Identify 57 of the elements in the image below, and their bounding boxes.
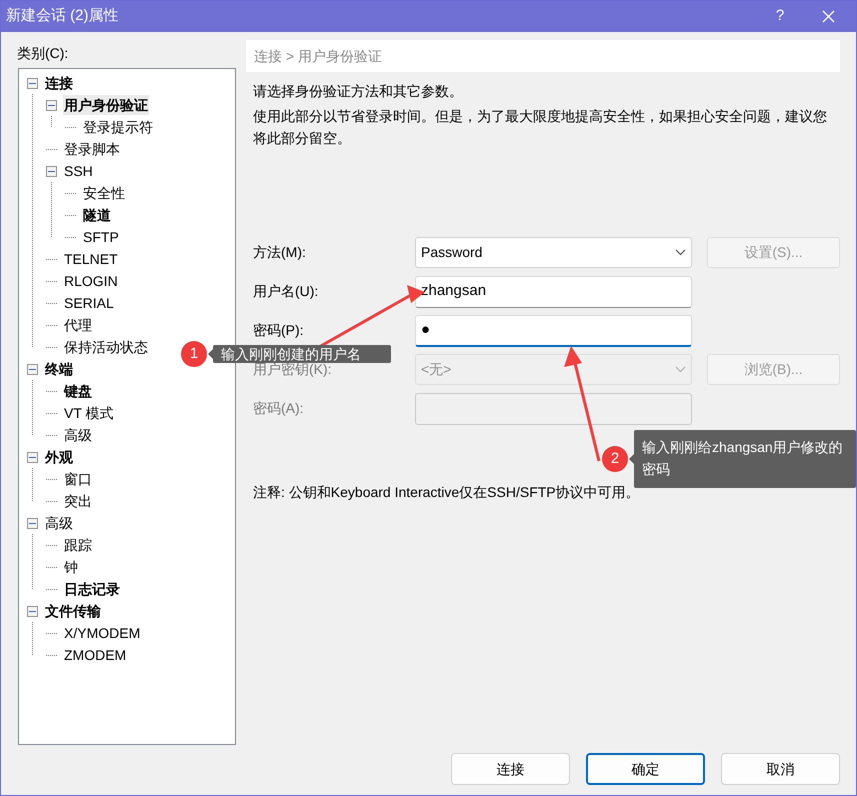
collapse-icon[interactable]: [27, 364, 38, 374]
field-label: 密码(P):: [253, 322, 304, 338]
input-field[interactable]: zhangsan: [415, 276, 692, 308]
tree-item[interactable]: 保持活动状态: [63, 337, 149, 357]
tree-item[interactable]: SFTP: [82, 227, 120, 247]
collapse-icon[interactable]: [27, 78, 38, 88]
field-label: 用户密钥(K):: [253, 361, 332, 377]
field-label: 用户名(U):: [253, 283, 318, 299]
tree-item[interactable]: 连接: [44, 73, 74, 93]
callout-text: 输入刚刚给zhangsan用户修改的密码: [634, 430, 856, 488]
collapse-icon[interactable]: [27, 606, 38, 616]
tree-item[interactable]: 高级: [63, 425, 93, 445]
tree-item[interactable]: VT 模式: [63, 403, 115, 423]
dropdown[interactable]: Password: [415, 237, 692, 268]
close-icon: [822, 10, 834, 23]
chevron-down-icon: [675, 366, 686, 373]
dialog-button[interactable]: 连接: [451, 753, 570, 785]
category-label: 类别(C):: [17, 44, 68, 62]
tree-item[interactable]: 隧道: [82, 205, 112, 225]
collapse-icon[interactable]: [46, 100, 57, 110]
dialog-button[interactable]: 取消: [721, 753, 840, 785]
field-label: 密码(A):: [253, 400, 304, 416]
tree-item[interactable]: 外观: [44, 447, 74, 467]
tree-item[interactable]: SSH: [63, 161, 94, 181]
tree-item[interactable]: 高级: [44, 513, 74, 533]
tree-item[interactable]: 安全性: [82, 183, 126, 203]
description-text: 使用此部分以节省登录时间。但是，为了最大限度地提高安全性，如果担心安全问题，建议您将此部分留空。: [253, 107, 828, 148]
tree-item[interactable]: 钟: [63, 557, 79, 577]
tree-item[interactable]: X/YMODEM: [63, 623, 142, 643]
field-label: 方法(M):: [253, 244, 306, 260]
tree-item[interactable]: 跟踪: [63, 535, 93, 555]
tree-item[interactable]: 终端: [44, 359, 74, 379]
dialog-button[interactable]: 确定: [586, 753, 705, 785]
step-badge: 2: [602, 446, 628, 472]
tree-item[interactable]: 日志记录: [63, 579, 121, 599]
tree-item[interactable]: 键盘: [63, 381, 93, 401]
breadcrumb-header: 连接 > 用户身份验证: [246, 40, 840, 72]
help-button[interactable]: ?: [760, 1, 800, 32]
tree-item[interactable]: SERIAL: [63, 293, 115, 313]
tree-item[interactable]: TELNET: [63, 249, 119, 269]
tree-item[interactable]: 窗口: [63, 469, 93, 489]
tree-item[interactable]: ZMODEM: [63, 645, 128, 665]
collapse-icon[interactable]: [46, 166, 57, 176]
tree-item[interactable]: 文件传输: [44, 601, 102, 621]
intro-text: 请选择身份验证方法和其它参数。: [253, 82, 463, 101]
collapse-icon[interactable]: [27, 452, 38, 462]
tree-item[interactable]: RLOGIN: [63, 271, 119, 291]
chevron-down-icon: [675, 249, 686, 256]
tree-item[interactable]: 登录提示符: [82, 117, 154, 137]
tree-item[interactable]: 登录脚本: [63, 139, 121, 159]
tree-item[interactable]: 代理: [63, 315, 93, 335]
tree-item[interactable]: 用户身份验证: [63, 95, 149, 115]
collapse-icon[interactable]: [27, 518, 38, 528]
window-title: 新建会话 (2)属性: [5, 6, 120, 26]
input-field[interactable]: ●: [415, 314, 692, 346]
tree-item[interactable]: 突出: [63, 491, 93, 511]
callout-text: 输入刚刚创建的用户名: [213, 345, 391, 363]
